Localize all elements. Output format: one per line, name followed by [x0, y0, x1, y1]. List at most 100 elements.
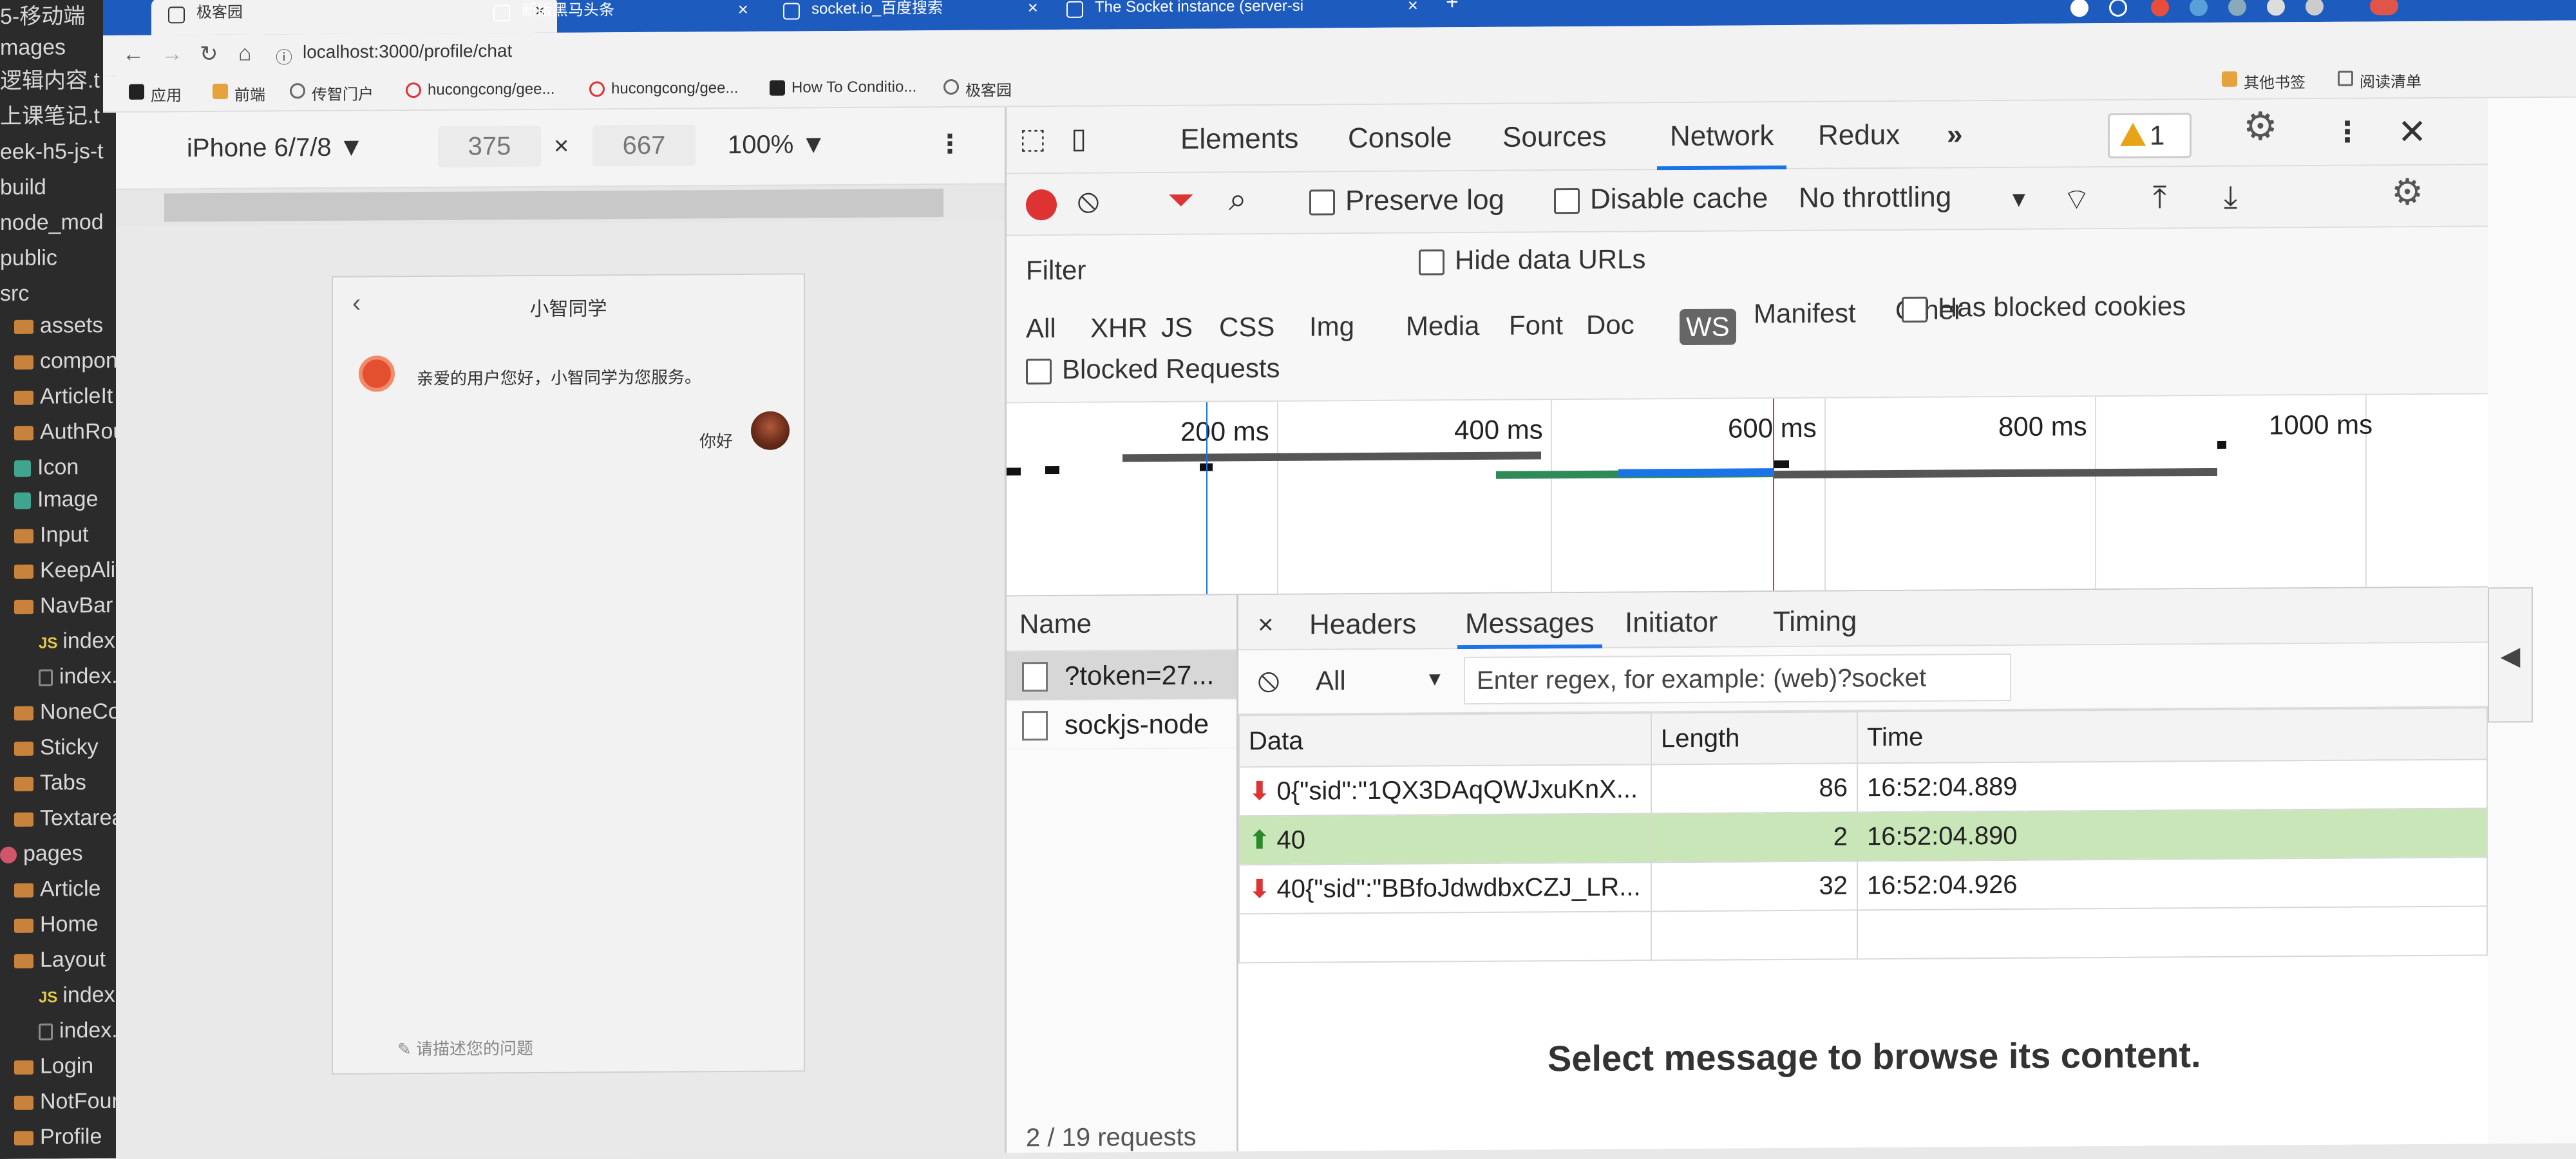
tab-headers[interactable]: Headers	[1309, 608, 1416, 650]
device-toggle-icon[interactable]: ▯	[1071, 121, 1086, 173]
explorer-item[interactable]: Tabs	[14, 766, 86, 800]
explorer-item[interactable]: KeepAliv	[14, 553, 116, 587]
explorer-item[interactable]: Sticky	[14, 730, 99, 764]
new-tab-button[interactable]: +	[1446, 0, 1459, 14]
explorer-item[interactable]: mages	[0, 30, 66, 64]
explorer-item[interactable]: Textarea	[14, 801, 116, 835]
star-icon[interactable]	[2109, 0, 2127, 17]
message-type-select[interactable]: All	[1316, 665, 1346, 696]
close-devtools-icon[interactable]: ✕	[2398, 113, 2427, 165]
explorer-item[interactable]: Icon	[14, 450, 79, 484]
request-row-token[interactable]: ?token=27...	[1007, 650, 1236, 701]
avatar[interactable]	[2370, 0, 2398, 15]
settings-gear-icon[interactable]: ⚙	[2243, 104, 2278, 160]
bookmark-apps[interactable]: 应用	[129, 82, 182, 106]
explorer-item[interactable]: src	[0, 277, 29, 310]
checkbox[interactable]	[1419, 249, 1444, 276]
record-icon[interactable]	[1026, 189, 1057, 221]
bookmark-howto[interactable]: How To Conditio...	[770, 78, 916, 97]
filter-funnel-icon[interactable]: ⏷	[1168, 181, 1195, 220]
kebab-menu-icon[interactable]: ⋮	[2333, 115, 2362, 166]
extension-icon[interactable]	[2190, 0, 2208, 17]
explorer-item[interactable]: NotFour	[14, 1084, 116, 1118]
url-field[interactable]: localhost:3000/profile/chat	[303, 41, 512, 62]
type-filter-all[interactable]: All	[1026, 313, 1056, 344]
explorer-item[interactable]: index.r	[39, 1013, 116, 1048]
has-blocked-cookies-checkbox[interactable]: Has blocked cookies	[1902, 290, 2186, 323]
type-filter-manifest[interactable]: Manifest	[1754, 297, 1856, 329]
timeline-request-bar[interactable]	[1773, 467, 2217, 479]
tab-initiator[interactable]: Initiator	[1625, 607, 1718, 648]
tab-network[interactable]: Network	[1657, 118, 1787, 171]
bookmark-frontend[interactable]: 前端	[213, 82, 265, 105]
explorer-item[interactable]: node_mod	[0, 205, 104, 240]
device-height-input[interactable]: 667	[592, 124, 696, 167]
checkbox[interactable]	[1554, 188, 1580, 214]
close-tab-icon[interactable]: ×	[1028, 0, 1038, 22]
checkbox[interactable]	[1309, 189, 1335, 216]
explorer-item[interactable]: NoneCo	[14, 695, 116, 729]
timeline-request-bar[interactable]	[1007, 467, 1021, 476]
tab-sources[interactable]: Sources	[1502, 119, 1606, 171]
type-filter-css[interactable]: CSS	[1219, 312, 1274, 343]
timeline-request-bar[interactable]	[1773, 460, 1789, 469]
explorer-item[interactable]: eek-h5-js-t	[0, 135, 104, 169]
clear-icon[interactable]: ⦸	[1077, 182, 1099, 221]
explorer-item[interactable]: ArticleIt	[14, 379, 113, 413]
disable-cache-checkbox[interactable]: Disable cache	[1554, 182, 1768, 216]
info-icon[interactable]: ⓘ	[276, 44, 292, 68]
more-tabs-icon[interactable]: »	[1947, 117, 1962, 168]
explorer-item[interactable]: Home	[14, 907, 99, 941]
length-column-header[interactable]: Length	[1651, 711, 1857, 765]
explorer-item[interactable]: NavBar	[14, 589, 113, 623]
dropdown-arrow-icon[interactable]: ▼	[1425, 668, 1444, 690]
network-settings-icon[interactable]: ⚙	[2391, 171, 2423, 213]
close-detail-icon[interactable]: ×	[1258, 609, 1274, 650]
zoom-select[interactable]: 100% ▼	[728, 130, 826, 160]
dropdown-arrow-icon[interactable]: ▼	[2008, 187, 2030, 212]
clear-messages-icon[interactable]: ⦸	[1258, 661, 1280, 700]
device-width-input[interactable]: 375	[438, 125, 541, 167]
explorer-item[interactable]: build	[0, 171, 46, 204]
export-har-icon[interactable]: ⤓	[2224, 180, 2237, 216]
back-icon[interactable]: ←	[122, 42, 144, 67]
name-column-header[interactable]: Name	[1007, 595, 1236, 652]
bookmark-github-2[interactable]: hucongcong/gee...	[589, 79, 739, 98]
bookmark-itcast[interactable]: 传智门户	[290, 81, 374, 104]
explorer-item[interactable]: AuthRou	[14, 415, 116, 449]
sidebar-toggle-icon[interactable]: ◀	[2488, 587, 2533, 723]
forward-icon[interactable]: →	[161, 41, 183, 66]
explorer-item[interactable]: Profile	[14, 1120, 102, 1154]
tab-elements[interactable]: Elements	[1180, 121, 1298, 173]
bookmark-other[interactable]: 其他书签	[2222, 70, 2306, 93]
explorer-item[interactable]: assets	[14, 308, 103, 343]
type-filter-img[interactable]: Img	[1309, 311, 1354, 342]
more-options-icon[interactable]: ⋮	[937, 129, 963, 159]
browser-tab-heima[interactable]: 新版黑马头条 ×	[483, 0, 760, 33]
type-filter-js[interactable]: JS	[1161, 312, 1193, 343]
explorer-item[interactable]: public	[0, 241, 57, 275]
explorer-item[interactable]: pages	[0, 836, 83, 871]
explorer-item[interactable]: 上课笔记.t	[0, 99, 100, 133]
reading-list[interactable]: 阅读清单	[2338, 69, 2421, 92]
tab-timing[interactable]: Timing	[1773, 605, 1857, 647]
network-conditions-icon[interactable]: ⌔	[2063, 180, 2090, 218]
timeline-request-bar[interactable]	[1122, 451, 1541, 462]
browser-tab-socket-docs[interactable]: The Socket instance (server-si ×	[1056, 0, 1430, 30]
chat-input[interactable]: ✎ 请描述您的问题	[397, 1035, 533, 1060]
blocked-requests-checkbox[interactable]: Blocked Requests	[1026, 353, 1280, 385]
close-tab-icon[interactable]: ×	[738, 0, 748, 24]
puzzle-icon[interactable]	[2306, 0, 2324, 16]
explorer-item[interactable]: Article	[14, 872, 100, 906]
extension-icon[interactable]	[2267, 0, 2285, 16]
explorer-item[interactable]: Layout	[14, 943, 106, 977]
explorer-item[interactable]: JS index.js	[39, 624, 116, 658]
search-icon[interactable]: ⌕	[1229, 180, 1247, 218]
tab-messages[interactable]: Messages	[1457, 607, 1602, 650]
explorer-item[interactable]: compone	[14, 344, 116, 378]
message-row[interactable]: ⬆ 40 2 16:52:04.890	[1239, 808, 2487, 865]
time-column-header[interactable]: Time	[1857, 708, 2487, 764]
tab-console[interactable]: Console	[1348, 120, 1452, 172]
timeline-request-bar[interactable]	[2217, 440, 2226, 449]
throttling-select[interactable]: No throttling	[1799, 181, 1951, 214]
